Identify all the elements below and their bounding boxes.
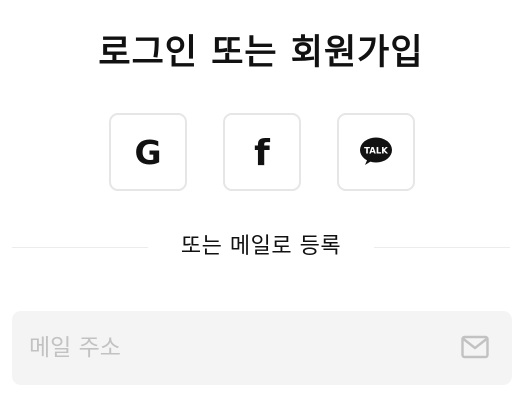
email-input[interactable] [29,311,449,385]
svg-text:G: G [134,135,161,169]
page-title: 로그인 또는 회원가입 [98,33,424,73]
google-login-button[interactable]: G [109,113,187,191]
kakao-login-button[interactable]: TALK [337,113,415,191]
kakao-talk-icon: TALK [360,137,392,165]
google-icon: G [134,135,161,169]
facebook-icon: f [254,135,270,169]
divider-line-right [374,247,510,248]
svg-text:TALK: TALK [364,147,388,157]
email-divider: 또는 메일로 등록 [12,230,510,264]
facebook-login-button[interactable]: f [223,113,301,191]
svg-text:f: f [254,135,270,169]
email-field [12,311,512,385]
social-login-row: G f TALK [0,113,522,191]
mail-icon [461,335,489,359]
